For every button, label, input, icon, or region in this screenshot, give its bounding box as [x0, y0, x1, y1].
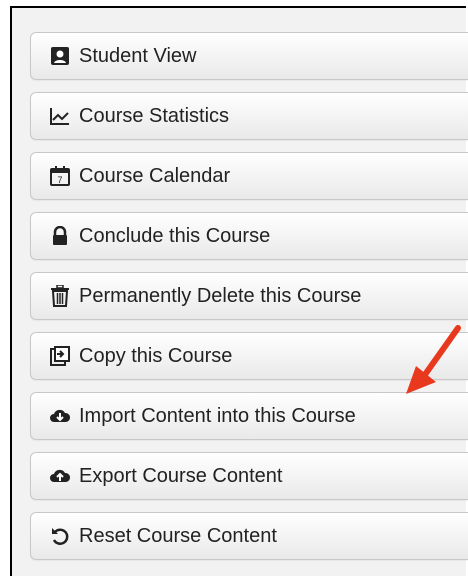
export-content-button[interactable]: Export Course Content	[30, 452, 468, 500]
course-calendar-button[interactable]: 7 Course Calendar	[30, 152, 468, 200]
annotation-arrow-icon	[398, 322, 468, 407]
delete-course-label: Permanently Delete this Course	[79, 284, 362, 307]
student-view-icon	[49, 45, 71, 67]
course-settings-sidebar: Student View Course Statistics 7 Course …	[10, 6, 468, 576]
lock-icon	[49, 225, 71, 247]
student-view-label: Student View	[79, 44, 197, 67]
course-statistics-button[interactable]: Course Statistics	[30, 92, 468, 140]
cloud-upload-icon	[49, 465, 71, 487]
calendar-icon: 7	[49, 165, 71, 187]
trash-icon	[49, 285, 71, 307]
line-chart-icon	[49, 105, 71, 127]
delete-course-button[interactable]: Permanently Delete this Course	[30, 272, 468, 320]
svg-text:7: 7	[57, 175, 62, 185]
export-content-label: Export Course Content	[79, 464, 283, 487]
copy-course-label: Copy this Course	[79, 344, 233, 367]
course-calendar-label: Course Calendar	[79, 164, 231, 187]
copy-icon	[49, 345, 71, 367]
reset-content-label: Reset Course Content	[79, 524, 277, 547]
reset-content-button[interactable]: Reset Course Content	[30, 512, 468, 560]
course-statistics-label: Course Statistics	[79, 104, 230, 127]
cloud-download-icon	[49, 405, 71, 427]
conclude-course-label: Conclude this Course	[79, 224, 271, 247]
conclude-course-button[interactable]: Conclude this Course	[30, 212, 468, 260]
student-view-button[interactable]: Student View	[30, 32, 468, 80]
import-content-label: Import Content into this Course	[79, 404, 356, 427]
reset-icon	[49, 525, 71, 547]
